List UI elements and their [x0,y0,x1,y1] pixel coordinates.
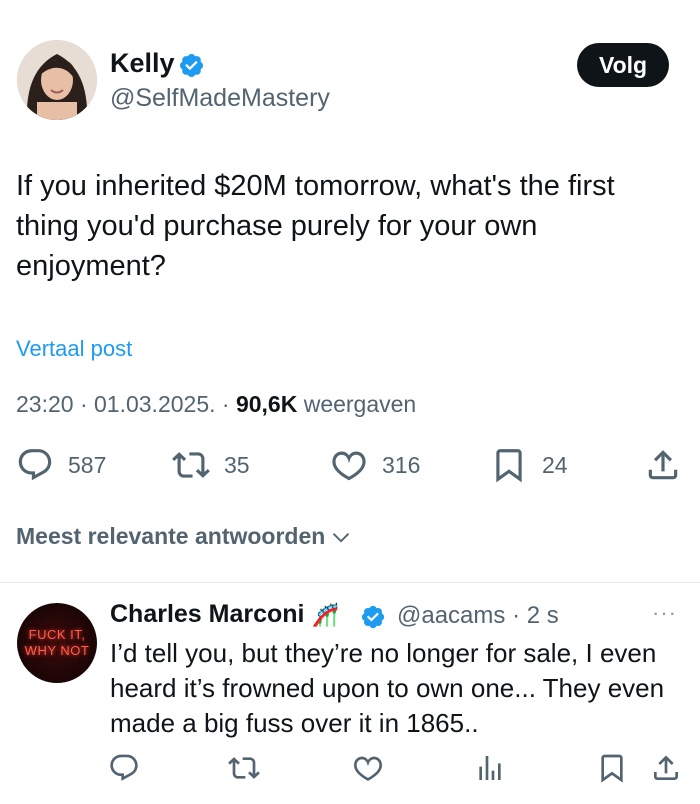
repost-arrows-icon [228,752,260,784]
post-metadata: 23:20 · 01.03.2025. · 90,6K weergaven [16,391,416,418]
reply-author-name-text: Charles Marconi [110,600,305,628]
reply-count: 587 [68,451,107,478]
sort-label: Meest relevante antwoorden [16,523,326,549]
more-options-button[interactable]: ··· [652,600,677,626]
reply-repost-button[interactable] [228,752,260,784]
verified-badge-icon [178,52,205,79]
roller-coaster-emoji: 🎢 [311,602,339,627]
heart-icon [330,446,368,484]
reply-like-button[interactable] [352,752,384,784]
like-button[interactable]: 316 [330,446,420,484]
reply-bookmark-button[interactable] [596,752,628,784]
bookmark-icon [596,752,628,784]
like-count: 316 [382,451,421,478]
repost-count: 35 [224,451,250,478]
views-count: 90,6K [235,391,298,417]
reply-share-button[interactable] [650,752,682,784]
bookmark-count: 24 [542,451,568,478]
share-upload-icon [650,752,682,784]
translate-post-link[interactable]: Vertaal post [16,336,132,362]
views-label: weergaven [297,391,417,417]
reply-author-avatar[interactable]: FUCK IT, WHY NOT [17,603,97,683]
speech-bubble-icon [108,752,140,784]
analytics-bars-icon [474,752,506,784]
divider [0,582,700,583]
reply-text: I’d tell you, but they’re no longer for … [110,638,665,738]
reply-views-button[interactable] [474,752,506,784]
bookmark-button[interactable]: 24 [490,446,568,484]
avatar-neon-line1: FUCK IT, [28,627,86,642]
verified-badge-icon [360,604,386,630]
post-text: If you inherited $20M tomorrow, what's t… [16,170,615,282]
follow-button[interactable]: Volg [577,43,669,87]
share-upload-icon [644,446,682,484]
avatar-neon-line2: WHY NOT [24,643,90,658]
chevron-down-icon [331,527,351,547]
author-name[interactable]: Kelly [110,48,175,79]
sort-replies-dropdown[interactable]: Meest relevante antwoorden [16,523,351,550]
heart-icon [352,752,384,784]
post-timestamp[interactable]: 23:20 · 01.03.2025. · [16,391,236,417]
reply-reply-button[interactable] [108,752,140,784]
repost-arrows-icon [172,446,210,484]
author-avatar[interactable] [17,40,97,120]
reply-handle-time[interactable]: @aacams · 2 s [397,602,559,630]
bookmark-icon [490,446,528,484]
speech-bubble-icon [16,446,54,484]
reply-button[interactable]: 587 [16,446,106,484]
author-handle[interactable]: @SelfMadeMastery [110,84,330,113]
share-button[interactable] [644,446,682,484]
repost-button[interactable]: 35 [172,446,250,484]
reply-author-name[interactable]: Charles Marconi 🎢 [110,600,339,629]
